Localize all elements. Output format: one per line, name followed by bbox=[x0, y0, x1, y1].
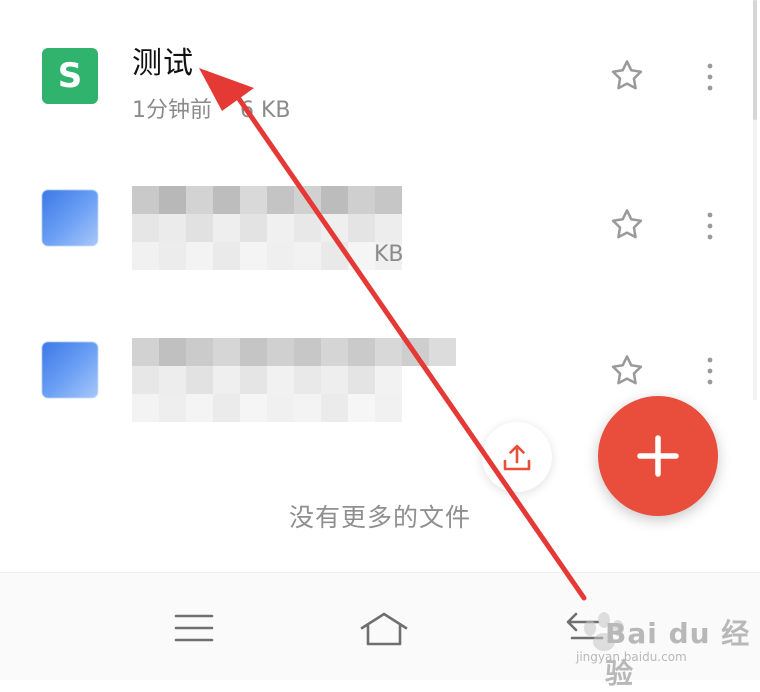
star-icon[interactable] bbox=[608, 206, 646, 244]
star-icon[interactable] bbox=[608, 352, 646, 390]
file-size: KB bbox=[374, 242, 404, 267]
file-item-1[interactable]: S 测试 1分钟前 6 KB bbox=[0, 0, 750, 150]
menu-icon[interactable] bbox=[172, 608, 216, 648]
scrollbar-thumb[interactable] bbox=[753, 0, 757, 120]
blurred-file-title bbox=[132, 338, 456, 422]
document-icon bbox=[42, 190, 98, 246]
upload-button[interactable] bbox=[482, 422, 552, 492]
spreadsheet-s-icon: S bbox=[42, 48, 98, 104]
file-item-2[interactable]: KB bbox=[0, 150, 750, 300]
more-options-icon[interactable] bbox=[702, 356, 718, 386]
no-more-files-label: 没有更多的文件 bbox=[288, 503, 471, 532]
plus-icon bbox=[637, 435, 679, 477]
upload-icon bbox=[503, 444, 531, 471]
watermark-url: jingyan.baidu.com bbox=[576, 650, 687, 664]
document-icon bbox=[42, 342, 98, 398]
file-size: 6 KB bbox=[240, 98, 291, 123]
file-meta: 1分钟前 6 KB bbox=[132, 92, 291, 124]
more-options-icon[interactable] bbox=[702, 211, 718, 241]
blurred-file-title bbox=[132, 186, 402, 270]
star-icon[interactable] bbox=[608, 57, 646, 95]
home-icon[interactable] bbox=[358, 608, 410, 648]
file-title: 测试 bbox=[132, 46, 194, 81]
file-time: 1分钟前 bbox=[132, 98, 212, 123]
more-options-icon[interactable] bbox=[702, 62, 718, 92]
